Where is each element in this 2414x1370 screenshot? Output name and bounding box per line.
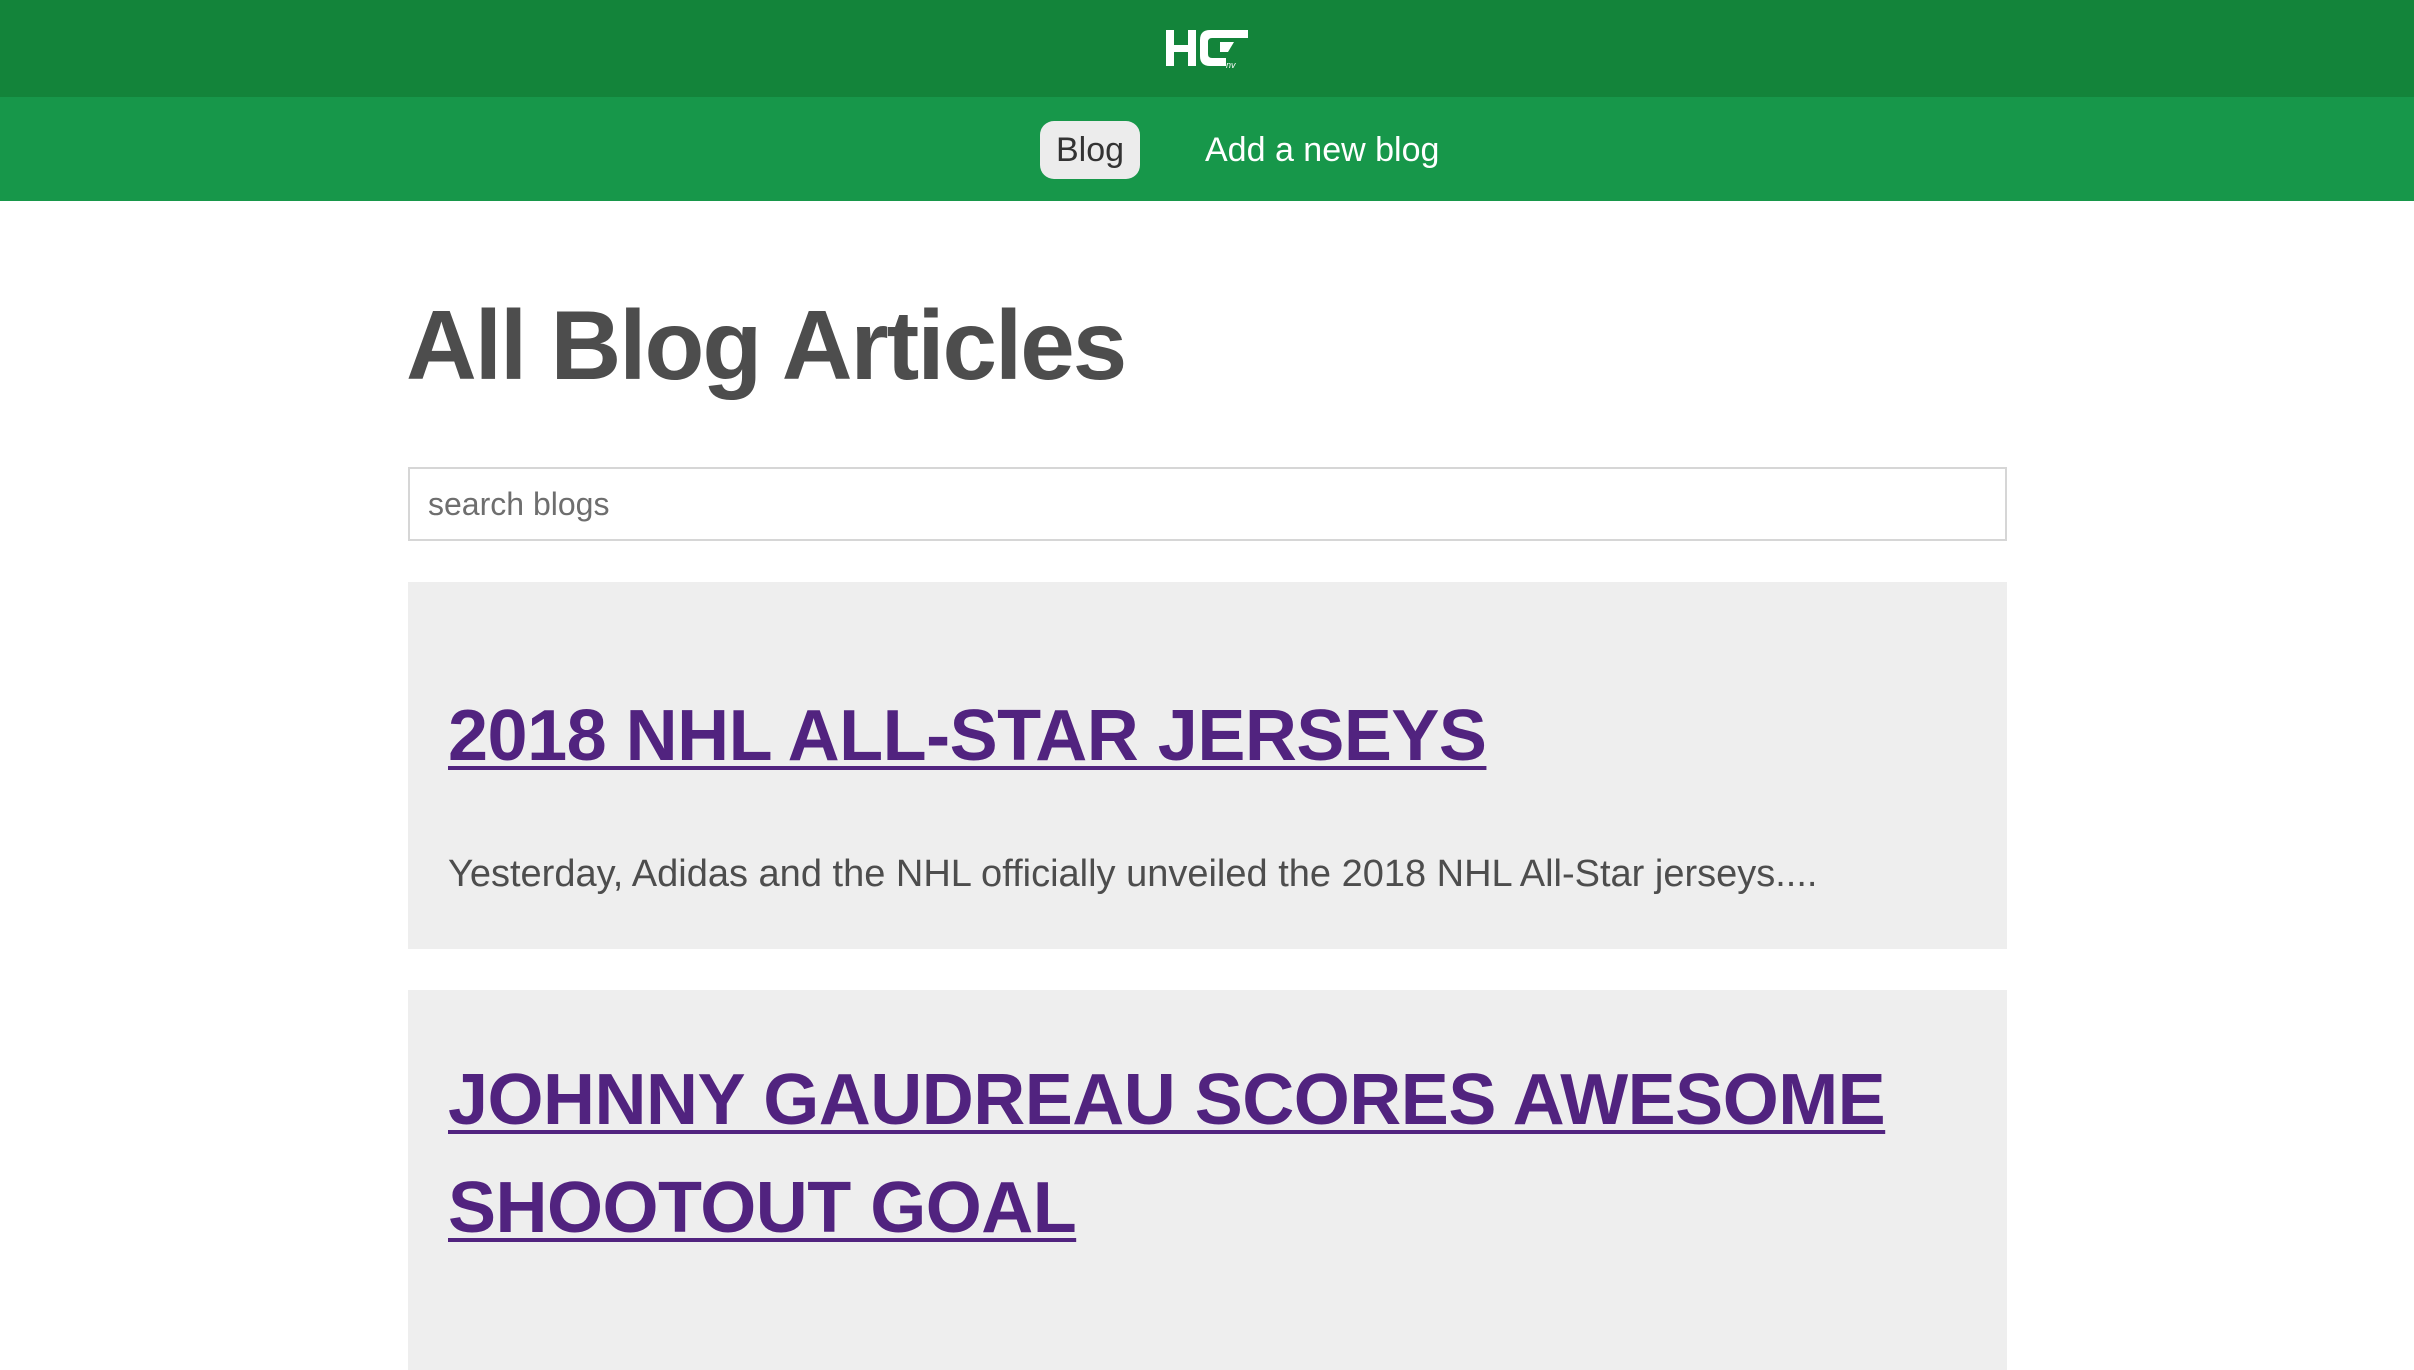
nav-link-add-new-blog[interactable]: Add a new blog	[1205, 121, 1439, 179]
blog-article-card: JOHNNY GAUDREAU SCORES AWESOME SHOOTOUT …	[408, 990, 2007, 1370]
svg-text:nv: nv	[1226, 60, 1236, 70]
blog-article-card: 2018 NHL ALL-STAR JERSEYS Yesterday, Adi…	[408, 582, 2007, 949]
hc-logo-icon[interactable]: nv	[1162, 22, 1252, 76]
page-title: All Blog Articles	[406, 290, 1127, 400]
search-blogs-input[interactable]	[408, 467, 2007, 541]
article-title-link[interactable]: 2018 NHL ALL-STAR JERSEYS	[448, 682, 1968, 790]
main-nav: Blog Add a new blog	[0, 97, 2414, 201]
article-excerpt: Yesterday, Adidas and the NHL officially…	[448, 853, 1818, 895]
article-title-link[interactable]: JOHNNY GAUDREAU SCORES AWESOME SHOOTOUT …	[448, 1046, 1968, 1262]
nav-tab-blog[interactable]: Blog	[1040, 121, 1140, 179]
site-header: nv	[0, 0, 2414, 97]
